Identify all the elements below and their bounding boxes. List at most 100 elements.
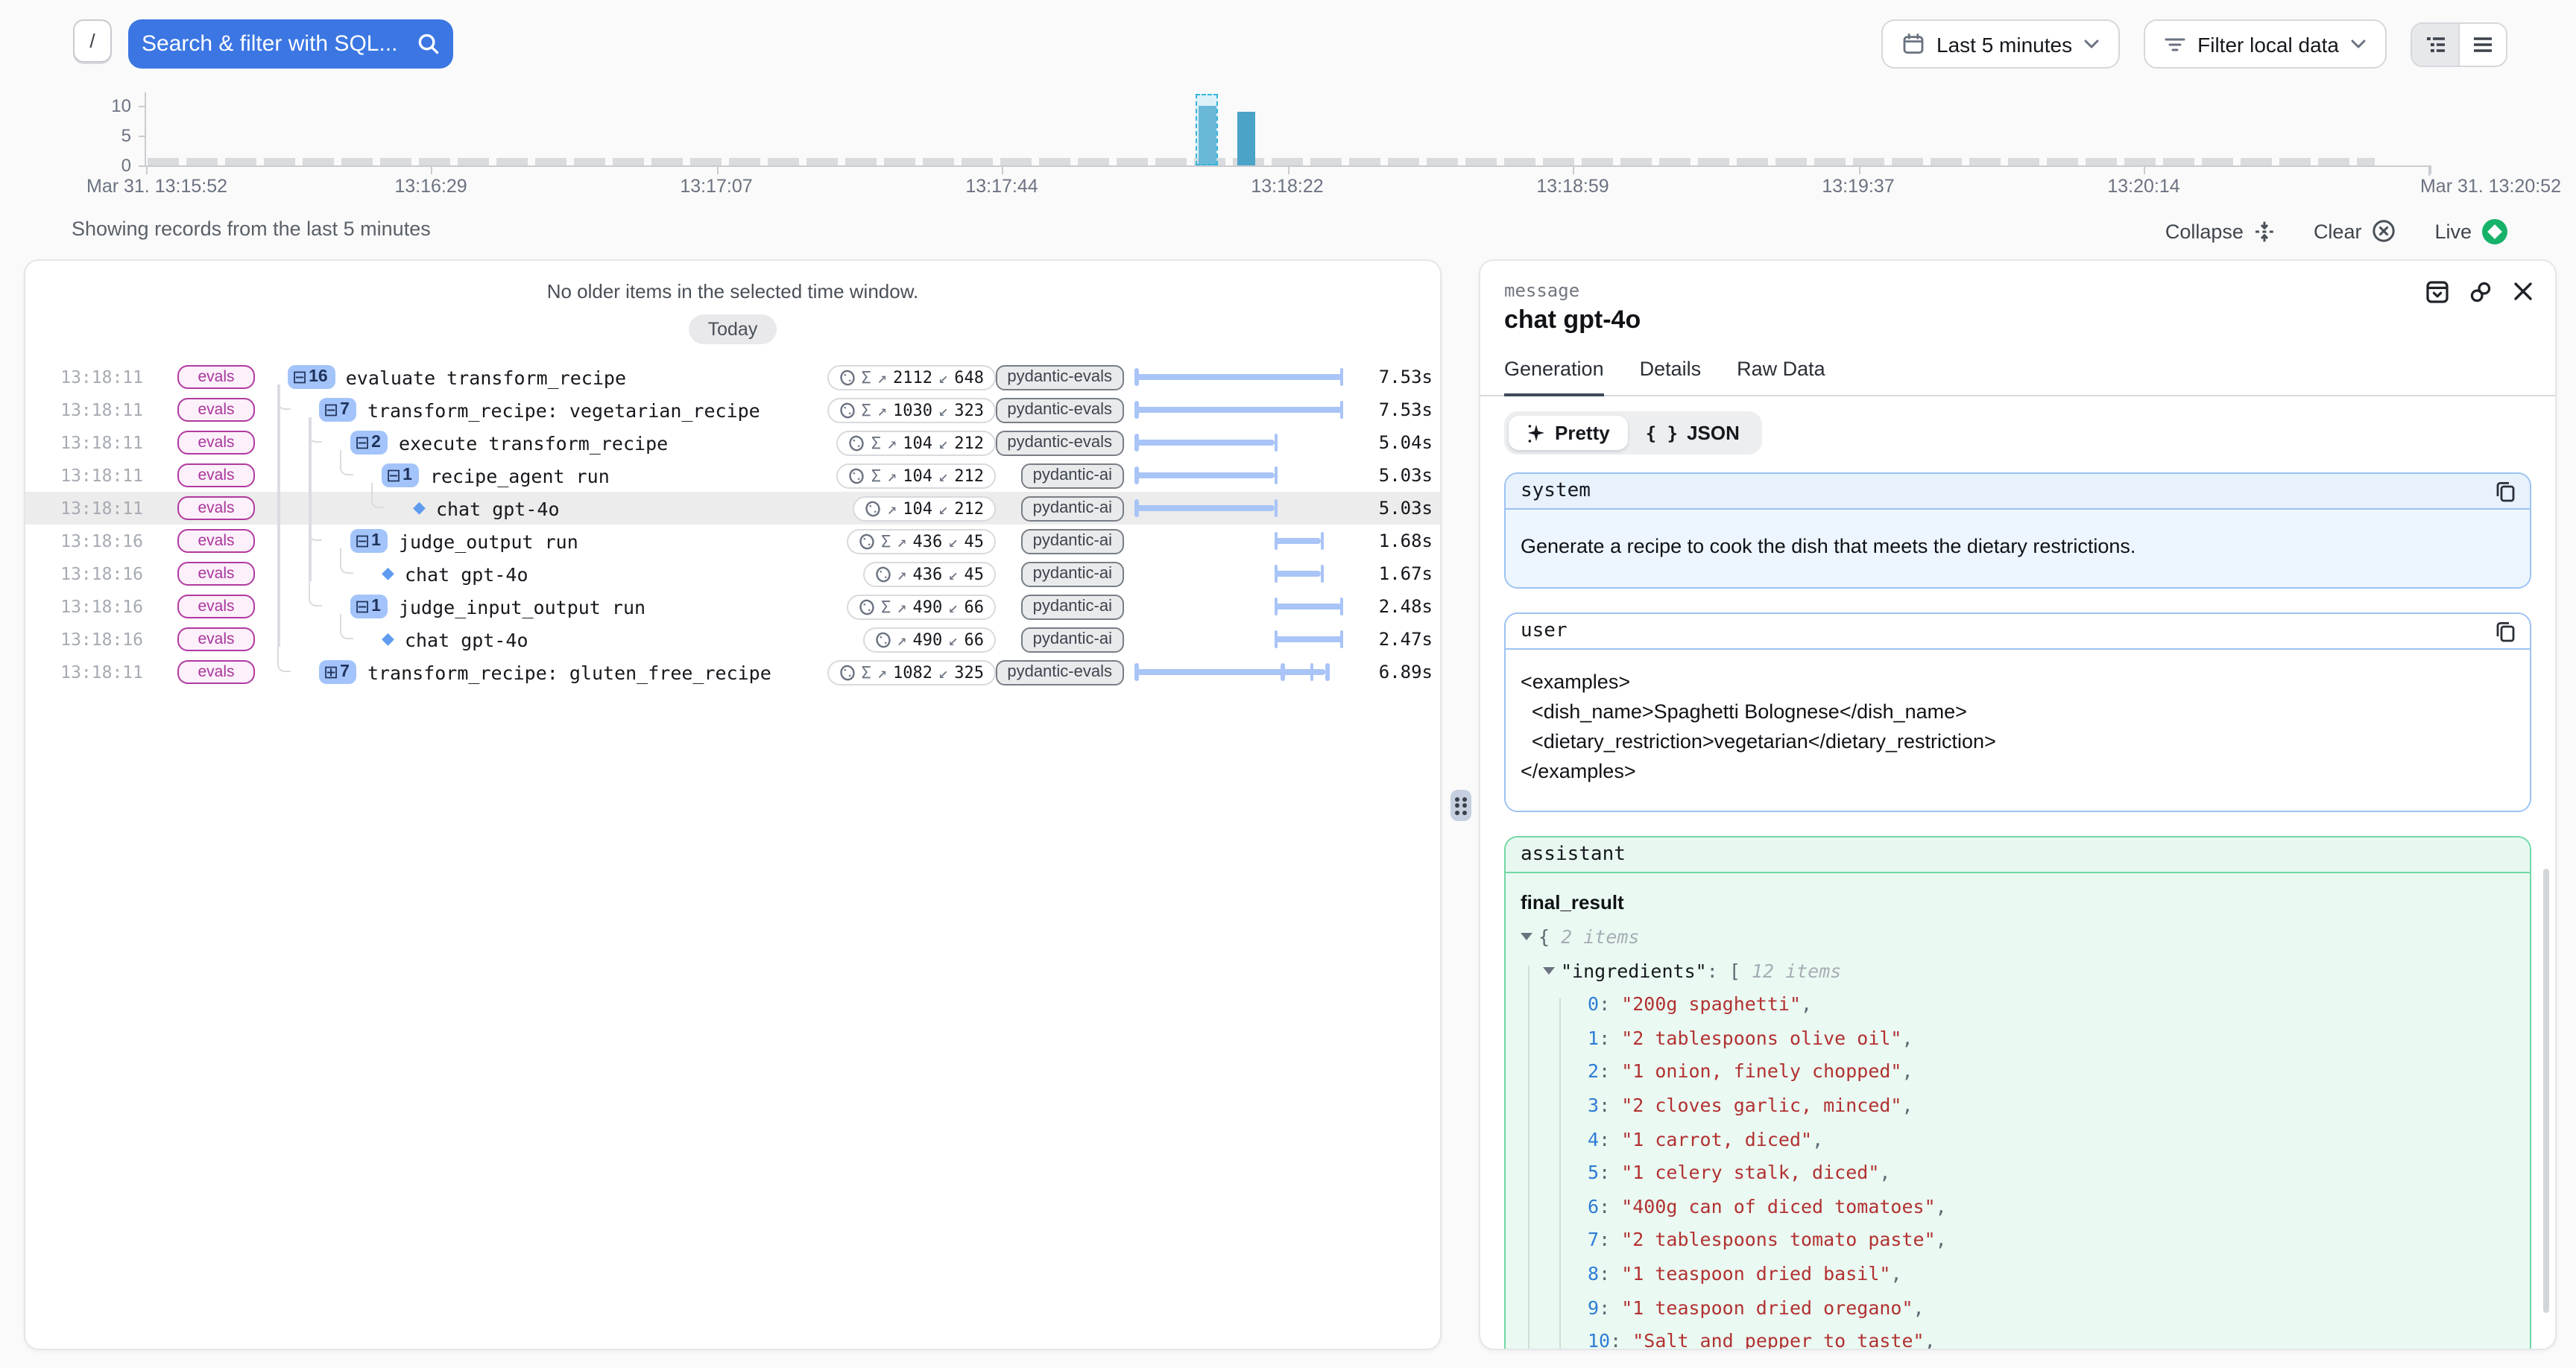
package-tag[interactable]: pydantic-evals [995,397,1124,422]
pretty-view-button[interactable]: Pretty [1509,416,1628,450]
json-view-button[interactable]: { } JSON [1628,416,1758,450]
package-tag[interactable]: pydantic-ai [1021,561,1124,586]
close-icon[interactable] [2512,280,2534,304]
duration-bar [1134,472,1274,478]
json-ingredients-line[interactable]: "ingredients": [ 12 items [1521,954,2515,988]
y-axis [145,92,146,167]
detail-scrollbar[interactable] [2542,869,2549,1313]
json-string: "Salt and pepper to taste" [1632,1329,1924,1350]
token-usage-chip[interactable]: ↗104 ↙212 [853,495,996,521]
trace-row[interactable]: 13:18:16 evals ⊟1 judge_output run Σ ↗43… [25,525,1440,557]
caret-down-icon[interactable] [1543,966,1555,974]
token-usage-chip[interactable]: ↗436 ↙45 [862,561,996,586]
duration-gantt-track [1134,393,1343,426]
trace-row[interactable]: 13:18:11 evals ⊟7 transform_recipe: vege… [25,393,1440,426]
token-usage-chip[interactable]: Σ ↗436 ↙45 [847,528,996,554]
list-view-button[interactable] [2460,23,2506,65]
package-tag[interactable]: pydantic-ai [1021,495,1124,521]
json-string: "2 cloves garlic, minced" [1621,1094,1901,1116]
evals-badge[interactable]: evals [177,595,255,618]
json-root-line[interactable]: { 2 items [1521,921,2515,954]
slash-shortcut-key: / [73,19,112,63]
search-button[interactable]: Search & filter with SQL... [128,19,453,69]
collapse-toggle-chip[interactable]: ⊞7 [319,660,357,684]
token-usage-chip[interactable]: Σ ↗2112 ↙648 [827,364,997,390]
token-usage-chip[interactable]: Σ ↗1082 ↙325 [827,659,997,685]
collapse-toggle-chip[interactable]: ⊟1 [350,529,388,553]
filter-local-data-dropdown[interactable]: Filter local data [2144,19,2387,69]
copy-link-icon[interactable] [2469,280,2493,304]
duration-bar-cap [1274,532,1278,550]
collapse-button[interactable]: Collapse [2165,220,2275,242]
trace-row[interactable]: 13:18:11 evals ⊟1 recipe_agent run Σ ↗10… [25,459,1440,492]
trace-row[interactable]: 13:18:11 evals ⊟16 evaluate transform_re… [25,361,1440,393]
trace-row[interactable]: 13:18:11 evals ◆ chat gpt-4o ↗104 ↙212 p… [25,492,1440,525]
token-usage-chip[interactable]: Σ ↗104 ↙212 [837,430,996,455]
trace-row[interactable]: 13:18:11 evals ⊟2 execute transform_reci… [25,426,1440,459]
duration-gantt-track [1134,557,1343,590]
duration-bar-cap [1310,663,1313,681]
dock-panel-icon[interactable] [2425,280,2449,304]
evals-badge[interactable]: evals [177,496,255,520]
copy-icon[interactable] [2496,621,2515,642]
collapse-toggle-chip[interactable]: ⊟2 [350,431,388,455]
evals-badge[interactable]: evals [177,660,255,684]
row-timestamp: 13:18:11 [43,498,143,519]
trace-row[interactable]: 13:18:11 evals ⊞7 transform_recipe: glut… [25,656,1440,688]
panel-resize-handle[interactable] [1450,790,1471,821]
package-tag[interactable]: pydantic-evals [995,430,1124,455]
package-tag[interactable]: pydantic-ai [1021,528,1124,554]
row-tree-cell: ⊟16 evaluate transform_recipe [270,365,772,389]
tab-raw-data[interactable]: Raw Data [1737,358,1825,395]
trace-row[interactable]: 13:18:16 evals ◆ chat gpt-4o ↗436 ↙45 py… [25,557,1440,590]
tree-connector [340,450,353,475]
records-timeline-chart[interactable]: 1050 Mar 31. 13:15:5213:16:2913:17:0713:… [0,86,2576,203]
copy-icon[interactable] [2496,481,2515,501]
time-range-dropdown[interactable]: Last 5 minutes [1881,19,2120,69]
tree-connector [340,548,353,574]
child-count: 7 [340,663,350,681]
package-tag[interactable]: pydantic-ai [1021,594,1124,619]
duration-bar-cap [1321,532,1325,550]
collapse-toggle-chip[interactable]: ⊟16 [288,365,335,389]
row-duration: 7.53s [1349,399,1433,420]
package-tag[interactable]: pydantic-evals [995,659,1124,685]
input-tokens: 104 [903,466,932,485]
evals-badge[interactable]: evals [177,365,255,389]
row-timestamp: 13:18:16 [43,563,143,584]
sigma-icon: Σ [871,466,881,485]
caret-down-icon[interactable] [1521,933,1532,940]
package-tag[interactable]: pydantic-ai [1021,463,1124,488]
user-message-card: user <examples> <dish_name>Spaghetti Bol… [1504,612,2531,812]
json-string: "1 teaspoon dried basil" [1621,1262,1890,1285]
evals-badge[interactable]: evals [177,431,255,455]
clear-button[interactable]: Clear [2314,219,2396,243]
trace-row[interactable]: 13:18:16 evals ◆ chat gpt-4o ↗490 ↙66 py… [25,623,1440,656]
evals-badge[interactable]: evals [177,463,255,487]
output-tokens: 323 [954,400,984,419]
input-arrow-icon: ↗ [877,367,887,387]
row-timestamp: 13:18:16 [43,531,143,551]
evals-badge[interactable]: evals [177,529,255,553]
tab-details[interactable]: Details [1640,358,1702,395]
duration-bar-cap [1274,434,1278,452]
collapse-toggle-chip[interactable]: ⊟7 [319,398,357,422]
evals-badge[interactable]: evals [177,398,255,422]
tab-generation[interactable]: Generation [1504,358,1604,396]
token-usage-chip[interactable]: Σ ↗490 ↙66 [847,594,996,619]
live-toggle[interactable]: Live [2434,218,2507,244]
token-usage-chip[interactable]: Σ ↗1030 ↙323 [827,397,997,422]
package-tag[interactable]: pydantic-ai [1021,627,1124,652]
collapse-toggle-chip[interactable]: ⊟1 [382,463,420,487]
sparkle-icon [1527,422,1546,443]
tree-view-button[interactable] [2412,23,2458,65]
package-tag[interactable]: pydantic-evals [995,364,1124,390]
evals-badge[interactable]: evals [177,627,255,651]
token-usage-chip[interactable]: Σ ↗104 ↙212 [837,463,996,488]
token-usage-chip[interactable]: ↗490 ↙66 [862,627,996,652]
json-index: 9 [1588,1296,1599,1318]
evals-badge[interactable]: evals [177,562,255,586]
collapse-toggle-chip[interactable]: ⊟1 [350,595,388,618]
trace-row[interactable]: 13:18:16 evals ⊟1 judge_input_output run… [25,590,1440,623]
timeline-bar[interactable] [1237,112,1255,165]
